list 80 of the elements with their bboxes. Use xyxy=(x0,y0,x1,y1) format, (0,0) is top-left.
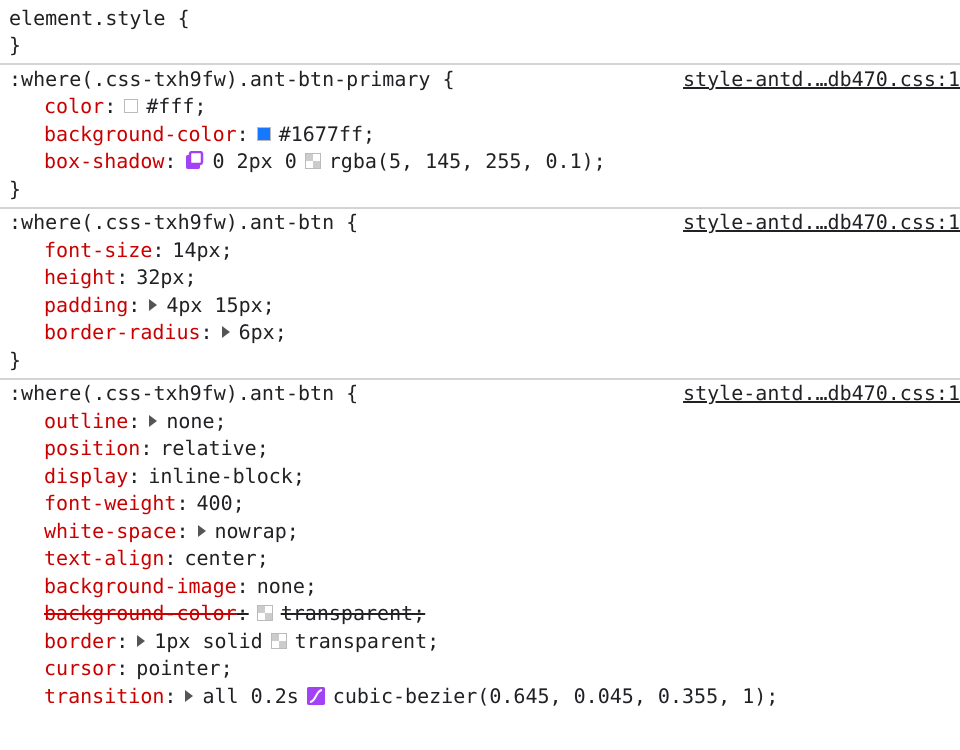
color-swatch[interactable] xyxy=(256,126,271,141)
property-name[interactable]: text-align xyxy=(44,546,164,570)
colon: : xyxy=(128,464,140,488)
colon: : xyxy=(236,122,249,146)
property-value[interactable]: 14px; xyxy=(172,238,233,262)
colon: : xyxy=(116,628,128,653)
property-name[interactable]: font-weight xyxy=(44,491,176,516)
closing-brace: } xyxy=(9,348,22,372)
property-name[interactable]: position xyxy=(44,436,140,460)
property-value[interactable]: none; xyxy=(256,574,317,598)
property-name[interactable]: border xyxy=(44,628,116,653)
property-value[interactable]: transparent; xyxy=(280,601,426,626)
property-name[interactable]: transition xyxy=(44,684,164,708)
property-value[interactable]: transparent; xyxy=(294,628,440,653)
colon: : xyxy=(116,656,128,680)
transparent-swatch-icon[interactable] xyxy=(256,605,273,622)
source-link[interactable]: style-antd.…db470.css:1 xyxy=(683,210,960,234)
source-link[interactable]: style-antd.…db470.css:1 xyxy=(683,66,960,91)
property-value[interactable]: #1677ff; xyxy=(278,122,376,146)
colon: : xyxy=(152,238,164,262)
shadow-editor-icon[interactable] xyxy=(184,151,204,172)
colon: : xyxy=(236,574,249,598)
source-link[interactable]: style-antd.…db470.css:1 xyxy=(683,381,960,406)
property-value[interactable]: pointer; xyxy=(136,656,233,680)
colon: : xyxy=(104,94,116,118)
property-name[interactable]: outline xyxy=(44,408,128,433)
property-name[interactable]: cursor xyxy=(44,656,116,680)
colon: : xyxy=(164,149,176,174)
colon: : xyxy=(164,546,176,570)
css-selector: element.style { xyxy=(9,6,190,30)
property-name[interactable]: white-space xyxy=(44,518,176,543)
property-value[interactable]: 0 2px 0 xyxy=(212,149,297,174)
colon: : xyxy=(128,292,140,317)
expand-triangle-icon[interactable] xyxy=(148,414,158,427)
transparent-swatch-icon[interactable] xyxy=(304,153,321,170)
property-value[interactable]: nowrap; xyxy=(214,518,299,543)
property-value[interactable]: 4px 15px; xyxy=(166,292,275,317)
property-name[interactable]: font-size xyxy=(44,238,152,262)
closing-brace: } xyxy=(9,176,22,201)
property-value[interactable]: all 0.2s xyxy=(202,684,299,708)
property-name[interactable]: display xyxy=(44,464,128,488)
easing-curve-icon[interactable] xyxy=(306,686,325,705)
expand-triangle-icon[interactable] xyxy=(148,298,158,311)
property-name[interactable]: box-shadow xyxy=(44,149,164,174)
colon: : xyxy=(176,491,188,516)
colon: : xyxy=(128,408,140,433)
expand-triangle-icon[interactable] xyxy=(184,690,194,702)
property-value[interactable]: cubic-bezier(0.645, 0.045, 0.355, 1); xyxy=(332,684,778,708)
property-name[interactable]: background-image xyxy=(44,574,237,598)
property-value[interactable]: 6px; xyxy=(238,320,287,344)
colon: : xyxy=(164,684,176,708)
colon: : xyxy=(140,436,152,460)
expand-triangle-icon[interactable] xyxy=(136,634,146,647)
property-value[interactable]: 32px; xyxy=(136,265,197,290)
colon: : xyxy=(116,265,128,290)
property-name[interactable]: background-color xyxy=(44,601,237,626)
property-value[interactable]: rgba(5, 145, 255, 0.1); xyxy=(328,149,606,174)
property-name[interactable]: color xyxy=(44,94,104,118)
property-name[interactable]: border-radius xyxy=(44,320,201,344)
colon: : xyxy=(200,320,213,344)
css-selector: :where(.css-txh9fw).ant-btn { xyxy=(9,210,358,234)
property-name[interactable]: padding xyxy=(44,292,128,317)
property-value[interactable]: 1px solid xyxy=(154,628,263,653)
css-selector: :where(.css-txh9fw).ant-btn { xyxy=(9,381,358,406)
closing-brace: } xyxy=(9,33,22,58)
property-value[interactable]: 400; xyxy=(196,491,245,516)
property-value[interactable]: inline-block; xyxy=(148,464,305,488)
colon: : xyxy=(176,518,188,543)
property-value[interactable]: relative; xyxy=(160,436,269,460)
colon: : xyxy=(236,601,249,626)
transparent-swatch-icon[interactable] xyxy=(270,632,287,649)
property-name[interactable]: height xyxy=(44,265,116,290)
property-value[interactable]: none; xyxy=(166,408,227,433)
expand-triangle-icon[interactable] xyxy=(196,524,206,537)
property-name[interactable]: background-color xyxy=(44,122,237,146)
expand-triangle-icon[interactable] xyxy=(220,326,231,338)
property-value[interactable]: center; xyxy=(184,546,269,570)
css-selector: :where(.css-txh9fw).ant-btn-primary { xyxy=(9,66,455,91)
property-value[interactable]: #fff; xyxy=(146,94,206,118)
color-swatch[interactable] xyxy=(124,99,138,114)
